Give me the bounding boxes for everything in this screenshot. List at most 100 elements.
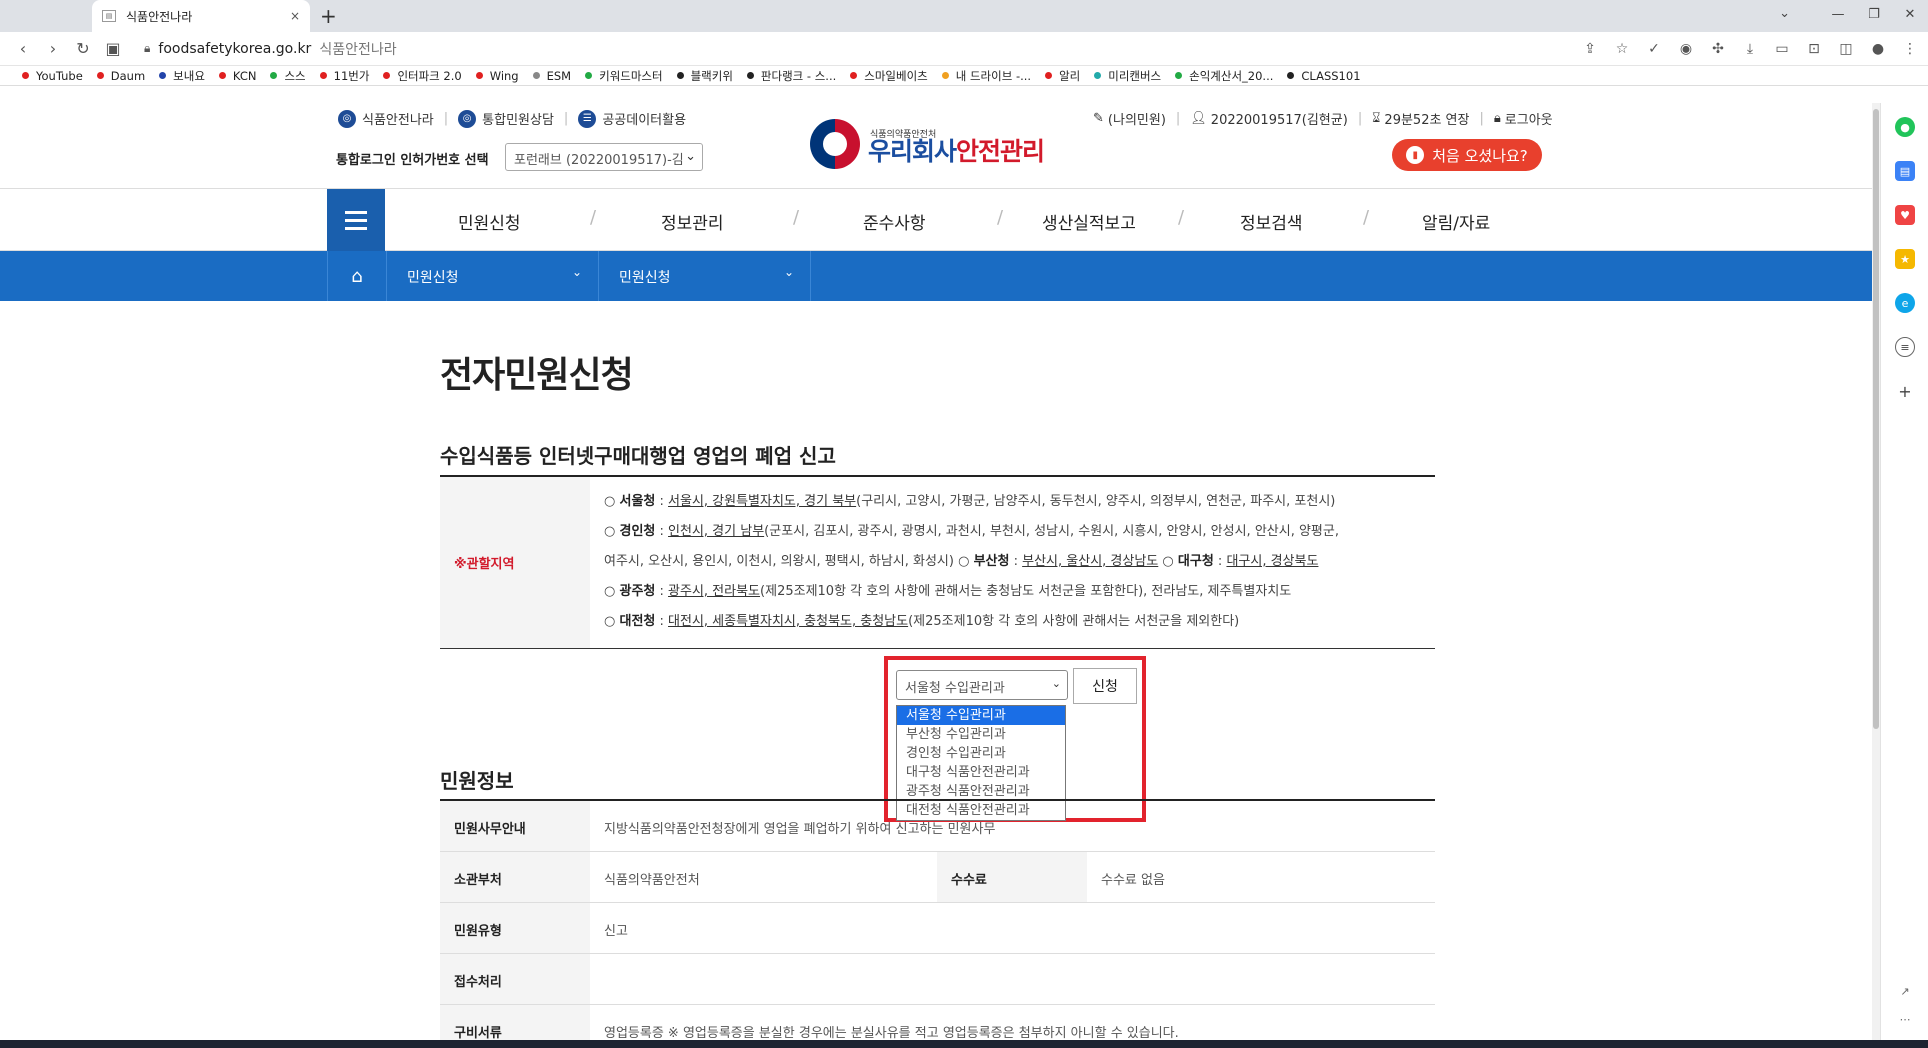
forward-icon[interactable]: › <box>38 39 68 58</box>
edge-icon[interactable]: e <box>1895 293 1915 313</box>
site-logo[interactable]: 식품의약품안전처 우리회사안전관리 <box>810 119 1045 169</box>
star-icon[interactable]: ★ <box>1895 249 1915 269</box>
select-option[interactable]: 부산청 수입관리과 <box>897 725 1065 744</box>
hamburger-menu-icon[interactable] <box>327 189 385 251</box>
bookmark-item[interactable]: Wing <box>475 69 519 83</box>
share-icon[interactable]: ⇪ <box>1580 41 1600 57</box>
office-note: (구리시, 고양시, 가평군, 남양주시, 동두천시, 양주시, 의정부시, 연… <box>856 494 1336 509</box>
page-scrollbar[interactable] <box>1872 103 1880 1040</box>
my-minwon-link[interactable]: (나의민원) <box>1108 109 1166 128</box>
select-option[interactable]: 서울청 수입관리과 <box>897 706 1065 725</box>
bookmark-item[interactable]: 스마일베이츠 <box>850 68 928 84</box>
url-host: foodsafetykorea.go.kr <box>158 40 312 57</box>
restore-icon[interactable]: ❐ <box>1856 0 1892 30</box>
session-extend-link[interactable]: 29분52초 연장 <box>1384 109 1469 128</box>
back-icon[interactable]: ‹ <box>8 39 38 58</box>
office-areas: 부산시, 울산시, 경상남도 <box>1022 554 1159 569</box>
browser-side-panel: ● ▤ ♥ ★ e ≡ + ↗ ⋯ <box>1880 103 1928 1040</box>
chat-icon[interactable]: ≡ <box>1895 337 1915 357</box>
site-info-icon[interactable]: ▣ <box>98 39 128 58</box>
office-areas: 대전시, 세종특별자치시, 충청북도, 충청남도 <box>668 614 909 629</box>
bookmark-item[interactable]: YouTube <box>22 69 83 83</box>
bookmark-item[interactable]: 인터파크 2.0 <box>383 68 462 84</box>
global-nav: 민원신청 / 정보관리 / 준수사항 / 생산실적보고 / 정보검색 / 알림/… <box>0 188 1880 251</box>
first-visit-button[interactable]: ▮ 처음 오셨나요? <box>1392 139 1542 171</box>
region-radio[interactable]: ○ <box>604 614 619 629</box>
more-menu-icon[interactable]: ⋮ <box>1900 41 1920 57</box>
link-consult[interactable]: 통합민원상담 <box>482 109 554 128</box>
office-name: 대전청 <box>619 614 656 629</box>
bookmark-favicon-icon <box>532 72 540 79</box>
pocket-icon[interactable]: ♥ <box>1895 205 1915 225</box>
bookmark-item[interactable]: 내 드라이브 -... <box>941 68 1031 84</box>
external-link-icon[interactable]: ↗ <box>1895 981 1915 1001</box>
sidebar-icon[interactable]: ◫ <box>1836 41 1856 57</box>
bookmark-item[interactable]: 스스 <box>270 68 306 84</box>
region-radio[interactable]: ○ <box>958 554 973 569</box>
lnb-dropdown-1[interactable]: 민원신청 ⌄ <box>387 251 599 301</box>
bookmark-item[interactable]: KCN <box>218 69 256 83</box>
circle-app-icon[interactable]: ● <box>1895 117 1915 137</box>
user-icon: 👤︎ <box>1190 111 1207 126</box>
license-select[interactable]: 포런래브 (20220019517)-김 ⌄ <box>505 143 703 171</box>
reload-icon[interactable]: ↻ <box>68 39 98 58</box>
home-icon[interactable]: ⌂ <box>327 251 387 301</box>
bookmark-item[interactable]: 판다랭크 - 스... <box>746 68 836 84</box>
jurisdiction-line: ○ 광주청 : 광주시, 전라북도(제25조제10항 각 호의 사항에 관해서는… <box>604 584 1292 599</box>
bookmark-star-icon[interactable]: ☆ <box>1612 41 1632 57</box>
office-note: 여주시, 오산시, 용인시, 이천시, 의왕시, 평택시, 하남시, 화성시) <box>604 554 954 569</box>
link-public-data[interactable]: 공공데이터활용 <box>602 109 686 128</box>
site-icon: ◎ <box>338 109 356 128</box>
link-food-safety[interactable]: 식품안전나라 <box>362 109 434 128</box>
gnb-notice[interactable]: 알림/자료 <box>1422 209 1490 234</box>
bookmark-item[interactable]: 블랙키위 <box>676 68 733 84</box>
logout-link[interactable]: 로그아웃 <box>1505 109 1553 128</box>
select-option[interactable]: 경인청 수입관리과 <box>897 744 1065 763</box>
new-tab-button[interactable]: + <box>320 4 337 28</box>
browser-tab[interactable]: ▤ 식품안전나라 × <box>92 0 310 32</box>
add-icon[interactable]: + <box>1895 381 1915 401</box>
region-radio[interactable]: ○ <box>604 584 619 599</box>
check-icon[interactable]: ✓ <box>1644 41 1664 57</box>
office-select[interactable]: 서울청 수입관리과 ⌄ <box>896 670 1068 700</box>
url-field[interactable]: 🔒︎ foodsafetykorea.go.kr 식품안전나라 <box>144 39 397 59</box>
screenshot-icon[interactable]: ⊡ <box>1804 41 1824 57</box>
calendar-icon[interactable]: ▤ <box>1895 161 1915 181</box>
gnb-production-report[interactable]: 생산실적보고 <box>1042 209 1136 234</box>
region-radio[interactable]: ○ <box>604 494 619 509</box>
bookmark-item[interactable]: 보내요 <box>159 68 205 84</box>
minwon-info-table: 민원사무안내 지방식품의약품안전청장에게 영업을 폐업하기 위하여 신고하는 민… <box>440 799 1435 1048</box>
bookmark-item[interactable]: 손익계산서_20... <box>1175 68 1273 84</box>
gnb-info-manage[interactable]: 정보관리 <box>661 209 724 234</box>
gnb-civil-request[interactable]: 민원신청 <box>458 209 521 234</box>
office-note: (제25조제10항 각 호의 사항에 관해서는 서천군을 제외한다) <box>908 614 1240 629</box>
lnb-dropdown-2[interactable]: 민원신청 ⌄ <box>599 251 811 301</box>
bookmark-item[interactable]: CLASS101 <box>1287 69 1361 83</box>
minimize-icon[interactable]: — <box>1820 0 1856 30</box>
bookmark-item[interactable]: 11번가 <box>319 68 369 84</box>
profile-avatar[interactable]: ● <box>1868 41 1888 57</box>
tab-close-icon[interactable]: × <box>290 9 300 23</box>
bookmark-item[interactable]: ESM <box>532 69 571 83</box>
gnb-compliance[interactable]: 준수사항 <box>863 209 926 234</box>
puzzle-icon[interactable]: ✣ <box>1708 41 1728 57</box>
bookmark-item[interactable]: Daum <box>96 69 145 83</box>
more-icon[interactable]: ⋯ <box>1895 1009 1915 1029</box>
download-icon[interactable]: ⤓ <box>1740 41 1760 57</box>
office-areas: 인천시, 경기 남부 <box>668 524 765 539</box>
region-radio[interactable]: ○ <box>1162 554 1177 569</box>
tab-search-icon[interactable]: ⌄ <box>1779 6 1790 21</box>
login-select-label: 통합로그인 인허가번호 선택 <box>336 153 489 168</box>
apply-button[interactable]: 신청 <box>1073 668 1137 704</box>
bookmark-favicon-icon <box>585 72 593 79</box>
select-option[interactable]: 대구청 식품안전관리과 <box>897 763 1065 782</box>
bookmark-item[interactable]: 알리 <box>1045 68 1080 84</box>
bookmark-item[interactable]: 키워드마스터 <box>585 68 663 84</box>
region-radio[interactable]: ○ <box>604 524 619 539</box>
bookmark-item[interactable]: 미리캔버스 <box>1094 68 1161 84</box>
gnb-info-search[interactable]: 정보검색 <box>1240 209 1303 234</box>
extension-icon[interactable]: ◉ <box>1676 41 1696 57</box>
close-window-icon[interactable]: ✕ <box>1892 0 1928 30</box>
cast-icon[interactable]: ▭ <box>1772 41 1792 57</box>
chevron-down-icon: ⌄ <box>783 265 794 279</box>
